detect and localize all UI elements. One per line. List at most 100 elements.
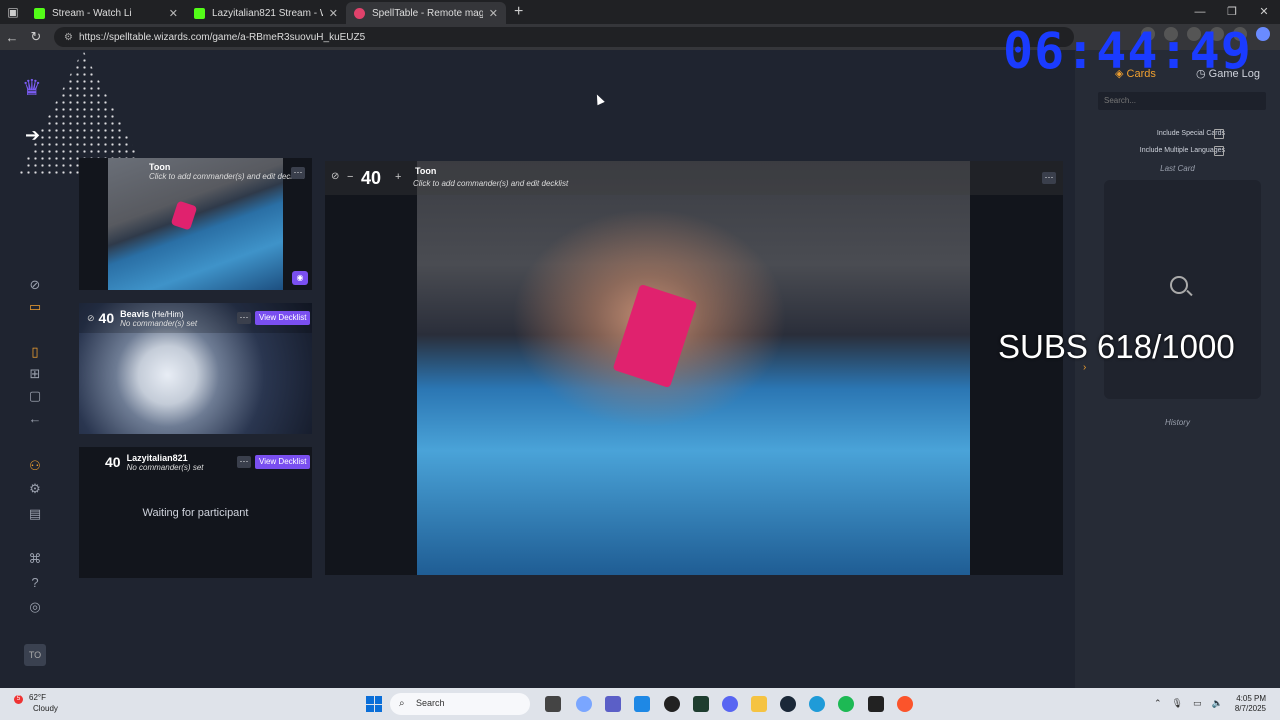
layout-icon[interactable]: ▯ (26, 343, 44, 361)
reload-icon[interactable]: ↻ (24, 29, 48, 45)
arrow-right-icon: ➔ (25, 125, 41, 145)
card-search-input[interactable]: Search... (1098, 92, 1266, 110)
browser-tab-3[interactable]: SpellTable - Remote magic ✕ (346, 2, 506, 24)
mic-icon[interactable]: 🎙 (1172, 698, 1183, 709)
close-icon[interactable]: ✕ (169, 7, 178, 20)
close-icon[interactable]: ✕ (489, 7, 498, 20)
more-options-button[interactable]: ··· (237, 456, 251, 468)
user-avatar[interactable]: TO (24, 644, 46, 666)
player-tile-beavis: ⊘ 40 Beavis (He/Him) No commander(s) set… (79, 303, 312, 434)
more-options-button[interactable]: ··· (1042, 172, 1056, 184)
more-options-button[interactable]: ··· (291, 167, 305, 179)
settings-icon[interactable]: ⚙ (26, 480, 44, 498)
player-tile-lazyitalian821: 40 Lazyitalian821 No commander(s) set ··… (79, 447, 312, 578)
command-icon[interactable]: ⌘ (26, 550, 44, 568)
spelltable-favicon-icon (354, 7, 365, 19)
speaker-icon[interactable]: 🔈 (1212, 698, 1223, 709)
view-icon[interactable]: ◉ (292, 271, 308, 285)
windows-start-icon[interactable] (366, 696, 382, 712)
system-clock[interactable]: 4:05 PM 8/7/2025 (1235, 694, 1266, 714)
obs-icon[interactable] (664, 696, 680, 712)
browser-tab-2[interactable]: Lazyitalian821 Stream - Watch Li ✕ (186, 2, 346, 24)
support-icon[interactable]: ◎ (26, 598, 44, 616)
terminal-icon[interactable] (693, 696, 709, 712)
mic-off-icon[interactable]: ⊘ (87, 313, 95, 324)
url-text: https://spelltable.wizards.com/game/a-RB… (78, 31, 366, 43)
main-player-life[interactable]: 40 (361, 168, 381, 189)
screen-icon[interactable]: ▢ (26, 387, 44, 405)
site-info-icon[interactable]: ⚙ (64, 32, 73, 43)
browser-tabbar: ▣ Stream - Watch Li ✕ Lazyitalian821 Str… (0, 0, 1280, 24)
browser-tab-1[interactable]: Stream - Watch Li ✕ (26, 2, 186, 24)
close-icon[interactable]: ✕ (329, 7, 338, 20)
system-tray: ⌃ 🎙 ▭ 🔈 (1154, 698, 1223, 709)
grid-icon[interactable]: ⊞ (26, 365, 44, 383)
kick-favicon-icon (194, 7, 205, 19)
store-icon[interactable] (634, 696, 650, 712)
close-window-button[interactable]: ✕ (1248, 0, 1280, 24)
player-deck-text[interactable]: Click to add commander(s) and edit deckl… (149, 172, 304, 181)
history-label: History (1165, 418, 1190, 427)
system-date: 8/7/2025 (1234, 704, 1266, 713)
back-arrow-icon[interactable]: ← (0, 30, 24, 45)
search-icon (1170, 276, 1188, 294)
main-player-header: ⊘ − 40 + Toon Click to add commander(s) … (325, 161, 1063, 195)
main-player-name: Toon (415, 166, 437, 176)
task-view-icon[interactable] (545, 696, 561, 712)
view-decklist-button[interactable]: View Decklist (255, 455, 311, 469)
system-time: 4:05 PM (1236, 694, 1266, 703)
calculator-icon[interactable]: ▤ (26, 505, 44, 523)
maximize-button[interactable]: ❐ (1216, 0, 1248, 24)
player-life[interactable]: 40 (99, 310, 115, 326)
view-decklist-button[interactable]: View Decklist (255, 311, 311, 325)
copilot-icon[interactable] (576, 696, 592, 712)
main-player-deck-text[interactable]: Click to add commander(s) and edit deckl… (413, 179, 568, 188)
discord-icon[interactable] (722, 696, 738, 712)
teams-icon[interactable] (605, 696, 621, 712)
epic-games-icon[interactable] (868, 696, 884, 712)
camera-icon[interactable]: ▭ (26, 298, 44, 316)
file-explorer-icon[interactable] (751, 696, 767, 712)
waiting-message: Waiting for participant (142, 507, 249, 519)
player-life[interactable]: 40 (105, 454, 121, 470)
mic-off-icon[interactable]: ⊘ (331, 171, 339, 182)
edge-icon[interactable] (809, 696, 825, 712)
spotify-icon[interactable] (838, 696, 854, 712)
tab-menu-icon[interactable]: ▣ (0, 0, 26, 24)
tab-title: Lazyitalian821 Stream - Watch Li (212, 7, 323, 19)
help-icon[interactable]: ? (26, 574, 44, 592)
spelltable-logo-icon[interactable]: ♛ (22, 75, 48, 103)
player-name: Toon (149, 162, 171, 172)
stream-dots-overlay (18, 50, 148, 175)
player-name: Lazyitalian821 (126, 452, 188, 463)
minimize-button[interactable]: — (1184, 0, 1216, 24)
search-icon: ⌕ (399, 698, 405, 709)
include-languages-checkbox[interactable] (1214, 146, 1224, 156)
mic-off-icon[interactable]: ⊘ (26, 276, 44, 294)
include-special-checkbox[interactable] (1214, 129, 1224, 139)
weather-badge: 5 (14, 695, 23, 704)
steam-icon[interactable] (780, 696, 796, 712)
player-deck-text: No commander(s) set (120, 318, 198, 328)
weather-temp: 62°F (29, 693, 46, 702)
new-tab-button[interactable]: + (514, 3, 523, 21)
tab-title: SpellTable - Remote magic (372, 7, 483, 19)
brave-icon[interactable] (897, 696, 913, 712)
chevron-right-icon[interactable]: › (1083, 362, 1086, 373)
weather-widget[interactable]: 5 62°F Cloudy (14, 693, 58, 714)
right-panel: ◈ Cards ◷ Game Log Search... Include Spe… (1075, 50, 1280, 688)
life-plus-button[interactable]: + (395, 171, 401, 183)
windows-taskbar: 5 62°F Cloudy ⌕ Search ⌃ 🎙 ▭ 🔈 4:05 PM 8/… (0, 688, 1280, 720)
copilot-icon[interactable] (1256, 27, 1270, 41)
add-user-icon[interactable]: ⚇ (26, 457, 44, 475)
taskbar-search[interactable]: ⌕ Search (390, 693, 530, 715)
leave-arrow-icon[interactable]: ← (26, 410, 44, 428)
last-card-label: Last Card (1160, 164, 1195, 173)
url-field[interactable]: ⚙ https://spelltable.wizards.com/game/a-… (54, 27, 1074, 47)
network-icon[interactable]: ▭ (1193, 698, 1202, 709)
chevron-up-icon[interactable]: ⌃ (1154, 698, 1162, 709)
main-player-video (417, 161, 970, 575)
more-options-button[interactable]: ··· (237, 312, 251, 324)
life-minus-button[interactable]: − (347, 171, 353, 183)
taskbar-search-label: Search (416, 698, 445, 708)
